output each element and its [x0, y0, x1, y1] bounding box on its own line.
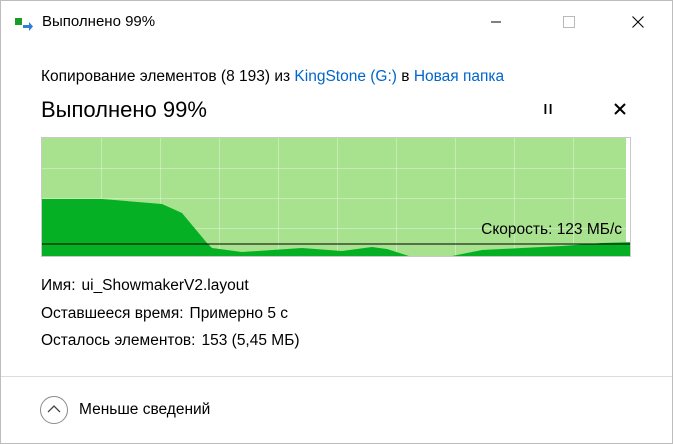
speed-graph-canvas	[42, 138, 630, 256]
close-icon	[632, 15, 644, 33]
copy-dialog-window: Выполнено 99% Копирование элементов (8 1…	[0, 0, 673, 444]
items-remaining-value: 153 (5,45 МБ)	[201, 332, 300, 349]
copy-middle: в	[396, 68, 414, 85]
copy-icon	[14, 16, 34, 32]
speed-label: Скорость: 123 МБ/с	[481, 221, 622, 238]
maximize-button[interactable]	[546, 1, 592, 47]
window-title: Выполнено 99%	[42, 13, 156, 30]
progress-title: Выполнено 99%	[41, 97, 207, 122]
chevron-up-icon	[47, 401, 61, 419]
title-bar: Выполнено 99%	[1, 1, 672, 47]
source-link[interactable]: KingStone (G:)	[294, 68, 397, 85]
transfer-speed-graph: Скорость: 123 МБ/с	[41, 137, 631, 257]
cancel-icon	[613, 102, 627, 121]
copy-prefix: Копирование элементов (8 193) из	[41, 68, 295, 85]
name-value: ui_ShowmakerV2.layout	[81, 277, 249, 294]
items-remaining-row: Осталось элементов: 153 (5,45 МБ)	[41, 332, 300, 350]
time-remaining-value: Примерно 5 с	[189, 305, 289, 322]
less-details-toggle[interactable]	[40, 396, 68, 424]
close-button[interactable]	[615, 1, 661, 47]
pause-button[interactable]	[537, 100, 559, 122]
minimize-icon	[490, 15, 502, 33]
maximize-icon	[563, 15, 575, 33]
time-remaining-row: Оставшееся время: Примерно 5 с	[41, 305, 288, 323]
less-details-label[interactable]: Меньше сведений	[79, 401, 210, 419]
destination-link[interactable]: Новая папка	[414, 68, 504, 85]
name-label: Имя:	[41, 277, 76, 294]
time-remaining-label: Оставшееся время:	[41, 305, 184, 322]
pause-icon	[541, 102, 555, 121]
name-row: Имя: ui_ShowmakerV2.layout	[41, 277, 249, 295]
copy-description: Копирование элементов (8 193) из KingSto…	[41, 68, 504, 86]
items-remaining-label: Осталось элементов:	[41, 332, 196, 349]
minimize-button[interactable]	[473, 1, 519, 47]
cancel-button[interactable]	[609, 100, 631, 122]
